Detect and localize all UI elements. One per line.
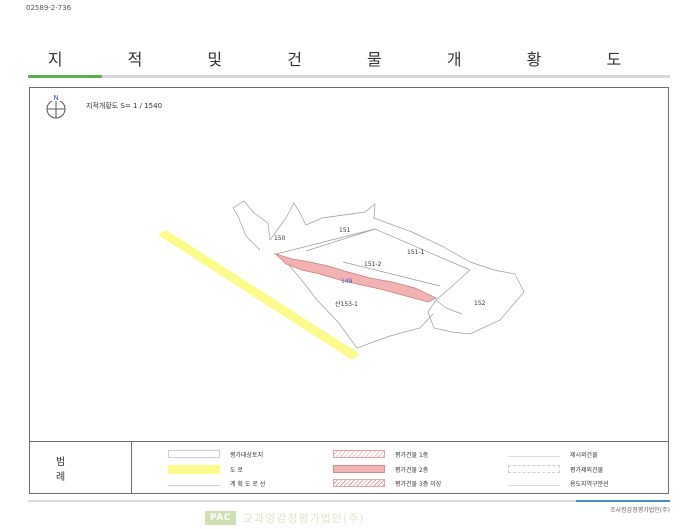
parcel-boundary-152b <box>435 299 463 315</box>
legend-item-building-2f: 평가건물 2층 <box>333 463 428 475</box>
legend-swatch-road <box>168 464 220 474</box>
legend-item-subject-land: 평가대상토지 <box>168 448 263 460</box>
parcel-boundary-line2 <box>275 228 376 255</box>
parcel-boundary-upper <box>269 202 471 263</box>
legend-label: 용도지역구분선 <box>570 480 609 488</box>
legend-swatch-building-2f <box>333 465 385 473</box>
legend-item-building-3f: 평가건물 3층 이상 <box>333 477 441 489</box>
legend-item-building-1f: 평가건물 1층 <box>333 448 428 460</box>
logo-badge: PAC <box>205 511 236 525</box>
legend-label: 평가건물 2층 <box>395 466 429 474</box>
parcel-label-149: 149 <box>341 278 353 285</box>
legend-swatch-subject-land <box>168 450 220 458</box>
legend-label: 평가건물 1층 <box>395 451 429 459</box>
document-id: 02589-2-736 <box>26 4 72 12</box>
legend-item-road: 도 로 <box>168 463 243 475</box>
parcel-label-153-1: 산153-1 <box>335 300 358 308</box>
company-logo: PAC 교과영감정평가법인(주) <box>205 510 365 526</box>
title-divider-accent <box>28 75 102 78</box>
parcel-label-151-1: 151-1 <box>407 249 425 256</box>
parcel-drawing: 150 151 151-1 151-2 149 152 산153-1 <box>158 200 525 360</box>
legend-item-zoning-line: 용도지역구분선 <box>508 477 609 489</box>
parcel-label-152: 152 <box>474 300 486 307</box>
road <box>158 230 360 360</box>
cadastral-map: N 지적개황도 S= 1 / 1540 150 151 151-1 151-2 … <box>29 87 669 442</box>
legend: 범 례 평가대상토지 도 로 계 획 도 로 선 평가건물 1층 평가건물 2층… <box>29 442 669 494</box>
footer-company-name: 조사컴감정평가법인(주) <box>610 507 670 514</box>
legend-label: 평가건물 3층 이상 <box>395 480 442 488</box>
legend-swatch-zoning-line <box>508 480 560 486</box>
legend-swatch-building-1f <box>333 450 385 458</box>
legend-title: 범 례 <box>30 442 132 493</box>
footer-divider-accent <box>576 500 670 502</box>
legend-item-excluded-building: 평가제외건물 <box>508 463 603 475</box>
legend-label: 평가대상토지 <box>230 451 264 459</box>
parcel-boundary-150 <box>232 200 271 251</box>
legend-label: 제시외건물 <box>570 451 598 459</box>
parcel-label-150: 150 <box>274 235 286 242</box>
legend-label: 도 로 <box>230 466 243 474</box>
legend-label: 계 획 도 로 선 <box>230 480 266 488</box>
logo-text: 교과영감정평가법인(주) <box>242 512 365 525</box>
legend-swatch-building-3f <box>333 479 385 487</box>
legend-swatch-excluded-building <box>508 465 560 473</box>
parcel-label-151: 151 <box>339 227 351 234</box>
title-divider <box>28 75 670 78</box>
legend-swatch-planned-road <box>168 480 220 486</box>
parcel-boundary-152 <box>427 261 525 335</box>
legend-item-other-building: 제시외건물 <box>508 448 598 460</box>
parcel-boundary-line1 <box>305 228 471 271</box>
legend-label: 평가제외건물 <box>570 466 604 474</box>
footer-divider <box>28 500 670 502</box>
page-title: 지 적 및 건 물 개 황 도 <box>47 50 652 69</box>
parcel-label-151-2: 151-2 <box>364 261 382 268</box>
legend-swatch-other-building <box>508 451 560 457</box>
legend-item-planned-road: 계 획 도 로 선 <box>168 477 265 489</box>
